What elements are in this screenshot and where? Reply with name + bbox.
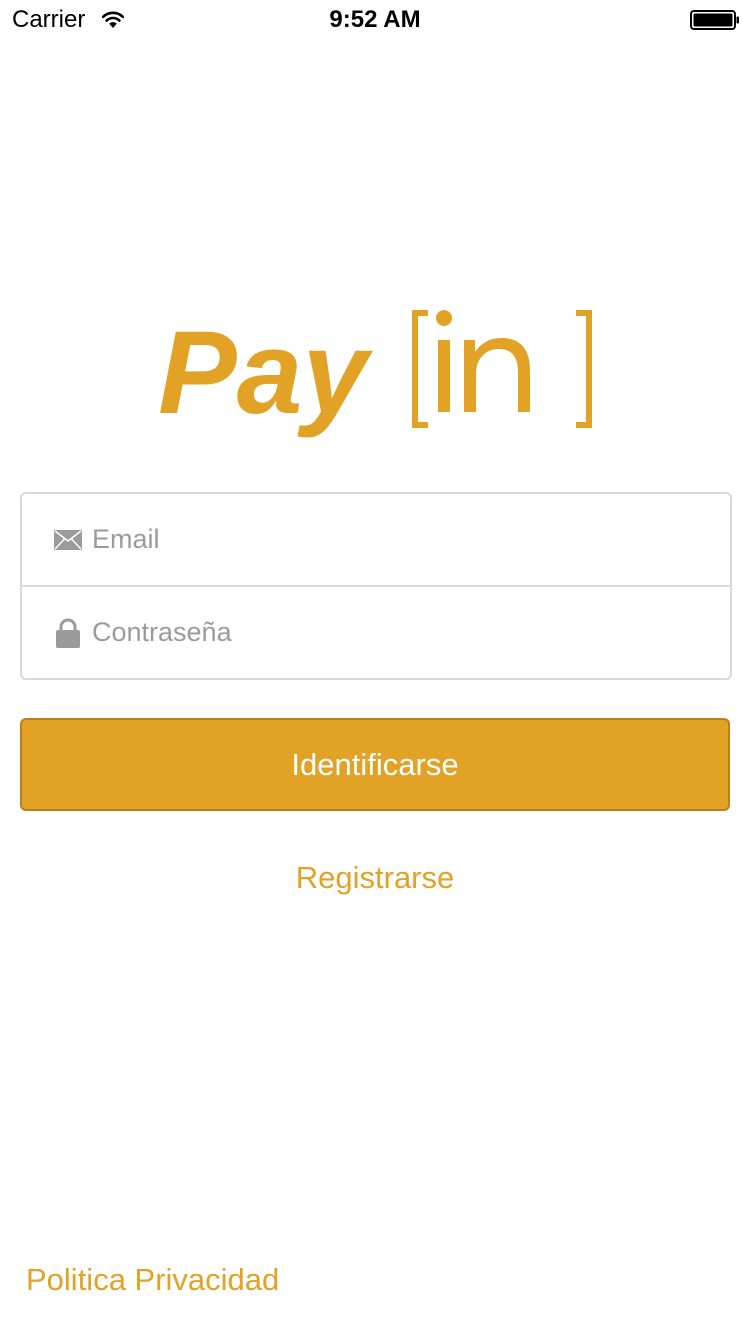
email-input[interactable]	[92, 494, 710, 585]
battery-icon	[690, 10, 739, 30]
login-screen: Carrier 9:52 AM Pay Email Identificarse …	[0, 0, 750, 1334]
envelope-icon	[54, 526, 82, 554]
status-bar: Carrier 9:52 AM	[0, 0, 750, 40]
payin-logo: Pay	[158, 307, 592, 439]
password-input[interactable]	[92, 587, 710, 678]
lock-icon	[54, 618, 82, 648]
register-link[interactable]: Registrarse	[0, 858, 750, 898]
login-button[interactable]: Identificarse	[20, 718, 730, 811]
password-row	[22, 585, 730, 678]
clock: 9:52 AM	[329, 6, 421, 33]
login-form	[20, 492, 732, 680]
privacy-policy-link[interactable]: Politica Privacidad	[26, 1260, 279, 1300]
svg-text:Pay: Pay	[158, 307, 373, 439]
email-row	[22, 494, 730, 585]
